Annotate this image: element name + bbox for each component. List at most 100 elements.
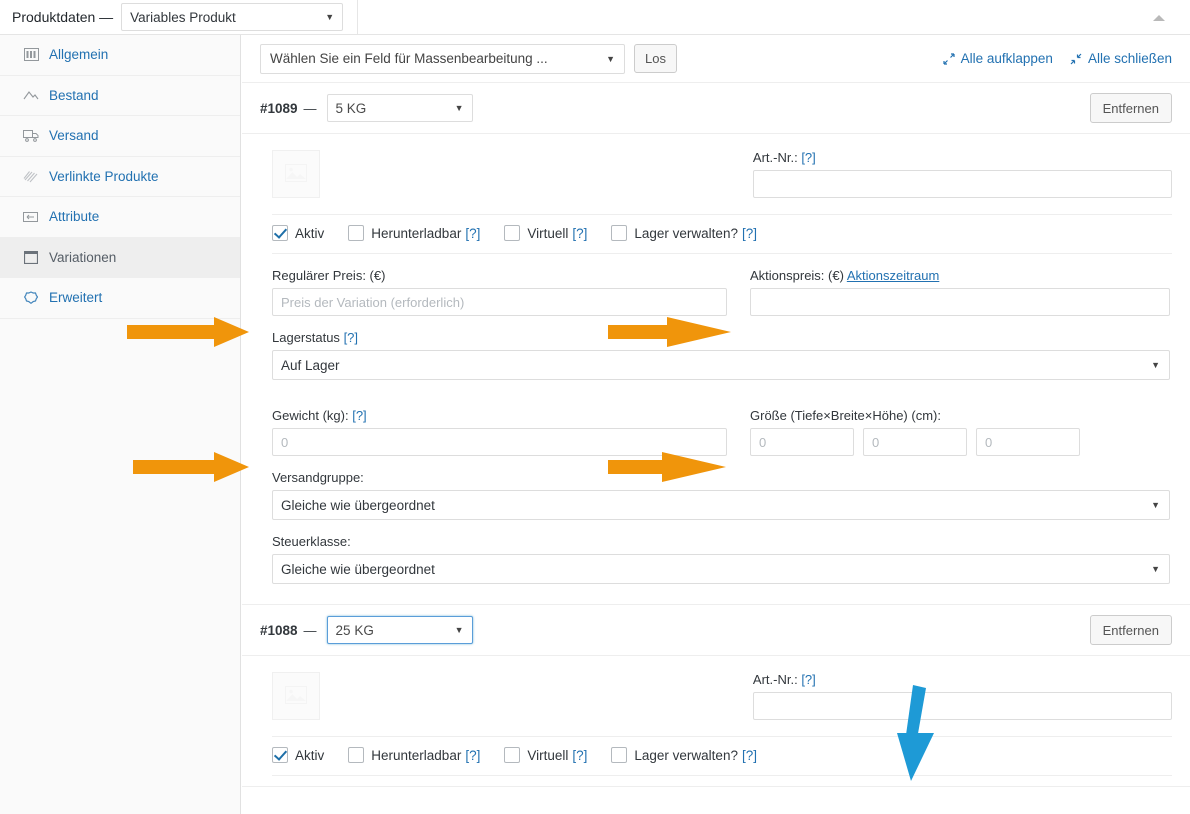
image-placeholder-icon (285, 164, 307, 185)
help-icon[interactable]: [?] (801, 672, 815, 687)
variation-size-row: Gewicht (kg): [?] Größe (Tiefe×Breite×Hö… (272, 394, 1172, 456)
weight-input[interactable] (272, 428, 727, 456)
sku-input[interactable] (753, 692, 1172, 720)
sidebar-item-allgemein[interactable]: Allgemein (0, 35, 240, 76)
help-icon[interactable]: [?] (465, 226, 480, 241)
regular-price-input[interactable] (272, 288, 727, 316)
help-icon[interactable]: [?] (465, 748, 480, 763)
variation-dash: — (304, 101, 317, 116)
sidebar-item-label: Verlinkte Produkte (49, 170, 159, 184)
variation-sku-field: Art.-Nr.: [?] (753, 150, 1172, 198)
help-icon[interactable]: [?] (742, 226, 757, 241)
virtual-checkbox-item[interactable]: Virtuell [?] (504, 225, 587, 241)
stock-status-value: Auf Lager (281, 358, 340, 373)
shipping-class-value: Gleiche wie übergeordnet (281, 498, 435, 513)
dimension-height-input[interactable] (976, 428, 1080, 456)
manage-stock-checkbox[interactable] (611, 225, 627, 241)
help-icon[interactable]: [?] (352, 408, 366, 423)
active-label: Aktiv (295, 226, 324, 241)
expand-all-link[interactable]: Alle aufklappen (943, 51, 1053, 66)
product-type-select[interactable]: Variables Produkt ▼ (121, 3, 343, 31)
panel-collapse-toggle[interactable] (1150, 10, 1168, 26)
variation-attribute-value: 5 KG (336, 101, 367, 116)
inventory-icon (22, 87, 40, 103)
sale-price-input[interactable] (750, 288, 1170, 316)
dimensions-label: Größe (Tiefe×Breite×Höhe) (cm): (750, 408, 1170, 423)
toolbar-links: Alle aufklappen Alle schließen (943, 51, 1172, 66)
sku-label-text: Art.-Nr.: (753, 150, 798, 165)
chevron-down-icon: ▼ (1151, 564, 1160, 574)
tax-class-field: Steuerklasse: Gleiche wie übergeordnet ▼ (272, 520, 1170, 584)
page-title: Produktdaten — (12, 9, 113, 25)
sidebar-item-attribute[interactable]: Attribute (0, 197, 240, 238)
caret-up-icon (1153, 15, 1165, 21)
tax-class-select[interactable]: Gleiche wie übergeordnet ▼ (272, 554, 1170, 584)
help-icon[interactable]: [?] (572, 226, 587, 241)
remove-variation-button[interactable]: Entfernen (1090, 93, 1172, 123)
sidebar-item-erweitert[interactable]: Erweitert (0, 278, 240, 319)
variation-header: #1088 — 25 KG ▼ Entfernen (242, 605, 1190, 656)
advanced-icon (22, 290, 40, 306)
virtual-label: Virtuell (527, 748, 568, 763)
downloadable-checkbox[interactable] (348, 747, 364, 763)
go-button[interactable]: Los (634, 44, 677, 73)
active-checkbox[interactable] (272, 225, 288, 241)
sidebar-item-bestand[interactable]: Bestand (0, 76, 240, 117)
dimensions-field: Größe (Tiefe×Breite×Höhe) (cm): (750, 408, 1170, 456)
help-icon[interactable]: [?] (801, 150, 815, 165)
expand-icon (943, 53, 955, 65)
chevron-down-icon: ▼ (455, 103, 464, 113)
stock-status-select[interactable]: Auf Lager ▼ (272, 350, 1170, 380)
chevron-down-icon: ▼ (606, 54, 615, 64)
chevron-down-icon: ▼ (325, 12, 334, 22)
variation-attribute-select[interactable]: 25 KG ▼ (327, 616, 473, 644)
variation-dash: — (304, 623, 317, 638)
sidebar-item-label: Allgemein (49, 48, 108, 62)
sku-input[interactable] (753, 170, 1172, 198)
active-checkbox-item[interactable]: Aktiv (272, 747, 324, 763)
shipping-class-select[interactable]: Gleiche wie übergeordnet ▼ (272, 490, 1170, 520)
variation-attribute-select[interactable]: 5 KG ▼ (327, 94, 473, 122)
downloadable-label: Herunterladbar (371, 226, 461, 241)
sidebar-item-label: Variationen (49, 251, 116, 265)
sidebar-item-verlinkte-produkte[interactable]: Verlinkte Produkte (0, 157, 240, 198)
downloadable-label: Herunterladbar (371, 748, 461, 763)
sidebar-item-label: Attribute (49, 210, 99, 224)
variation-attribute-value: 25 KG (336, 623, 374, 638)
sku-label: Art.-Nr.: [?] (753, 672, 1172, 687)
virtual-checkbox[interactable] (504, 747, 520, 763)
dimension-width-input[interactable] (863, 428, 967, 456)
virtual-checkbox[interactable] (504, 225, 520, 241)
row-spacer (272, 380, 1172, 394)
help-icon[interactable]: [?] (344, 330, 358, 345)
dimension-length-input[interactable] (750, 428, 854, 456)
manage-stock-checkbox-item[interactable]: Lager verwalten? [?] (611, 747, 757, 763)
shipping-class-field: Versandgruppe: Gleiche wie übergeordnet … (272, 456, 1170, 520)
variation-image-upload[interactable] (272, 150, 320, 198)
downloadable-checkbox-item[interactable]: Herunterladbar [?] (348, 225, 480, 241)
downloadable-checkbox-item[interactable]: Herunterladbar [?] (348, 747, 480, 763)
active-checkbox-item[interactable]: Aktiv (272, 225, 324, 241)
variation-id: #1088 (260, 623, 298, 638)
sale-price-label-text: Aktionspreis: (€) (750, 268, 844, 283)
help-icon[interactable]: [?] (742, 748, 757, 763)
sale-schedule-link[interactable]: Aktionszeitraum (847, 268, 939, 283)
sku-label-text: Art.-Nr.: (753, 672, 798, 687)
remove-variation-button[interactable]: Entfernen (1090, 615, 1172, 645)
sidebar-item-versand[interactable]: Versand (0, 116, 240, 157)
weight-field: Gewicht (kg): [?] (272, 408, 727, 456)
virtual-checkbox-item[interactable]: Virtuell [?] (504, 747, 587, 763)
manage-stock-checkbox[interactable] (611, 747, 627, 763)
manage-stock-checkbox-item[interactable]: Lager verwalten? [?] (611, 225, 757, 241)
regular-price-field: Regulärer Preis: (€) (272, 268, 727, 316)
bulk-edit-select[interactable]: Wählen Sie ein Feld für Massenbearbeitun… (260, 44, 625, 74)
variation-image-upload[interactable] (272, 672, 320, 720)
panel-header: Produktdaten — Variables Produkt ▼ (0, 0, 1190, 35)
help-icon[interactable]: [?] (572, 748, 587, 763)
sidebar-item-variationen[interactable]: Variationen (0, 238, 240, 279)
collapse-all-link[interactable]: Alle schließen (1070, 51, 1172, 66)
variation-sku-field: Art.-Nr.: [?] (753, 672, 1172, 720)
downloadable-checkbox[interactable] (348, 225, 364, 241)
variation-image-sku-row: Art.-Nr.: [?] (272, 150, 1172, 215)
active-checkbox[interactable] (272, 747, 288, 763)
